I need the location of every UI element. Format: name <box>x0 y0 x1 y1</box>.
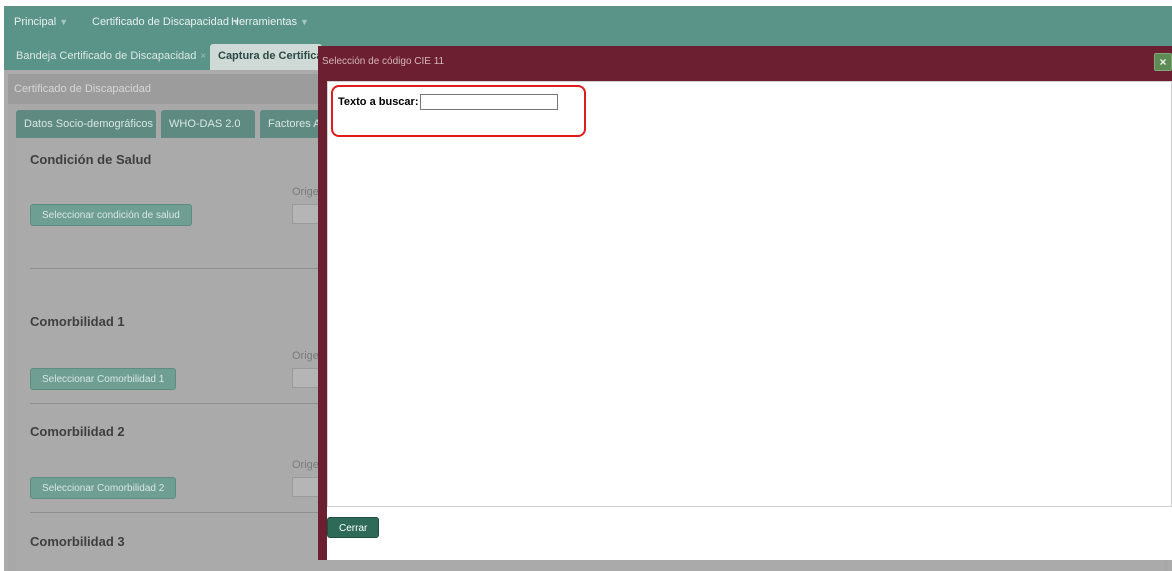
section-title-comorbilidad-1: Comorbilidad 1 <box>30 314 125 329</box>
dialog-content: Texto a buscar: <box>327 81 1172 507</box>
dialog-title: Selección de código CIE 11 <box>322 56 445 67</box>
divider <box>30 268 330 269</box>
menu-principal-label: Principal <box>14 16 57 28</box>
tab-captura-label: Captura de Certifica <box>218 50 323 62</box>
highlight-annotation <box>331 85 586 137</box>
section-title-comorbilidad-2: Comorbilidad 2 <box>30 424 125 439</box>
dialog-titlebar[interactable]: Selección de código CIE 11 × <box>318 46 1172 76</box>
select-condition-button[interactable]: Seleccionar condición de salud <box>30 204 192 226</box>
search-row: Texto a buscar: <box>338 94 558 110</box>
menu-herramientas[interactable]: Herramientas ▼ <box>231 16 309 28</box>
menu-certificado[interactable]: Certificado de Discapacidad ▼ <box>92 16 241 28</box>
dialog-footer: Cerrar <box>327 507 1172 560</box>
tab-captura[interactable]: Captura de Certifica <box>210 44 323 70</box>
close-button[interactable]: Cerrar <box>327 517 380 538</box>
chevron-down-icon: ▼ <box>300 17 309 27</box>
chevron-down-icon: ▼ <box>59 17 69 27</box>
tab-datos-socio[interactable]: Datos Socio-demográficos <box>16 110 156 138</box>
tab-bandeja-label: Bandeja Certificado de Discapacidad <box>16 50 197 62</box>
search-label: Texto a buscar: <box>338 96 419 108</box>
search-input[interactable] <box>419 94 558 110</box>
cie11-selection-dialog: Selección de código CIE 11 × Texto a bus… <box>318 46 1172 560</box>
close-icon[interactable]: × <box>1154 53 1172 71</box>
menu-certificado-label: Certificado de Discapacidad <box>92 16 229 28</box>
section-title-condicion: Condición de Salud <box>30 152 152 167</box>
menu-herramientas-label: Herramientas <box>231 16 298 28</box>
divider <box>30 512 330 513</box>
tab-whodas[interactable]: WHO-DAS 2.0 <box>161 110 255 138</box>
divider <box>30 403 330 404</box>
menu-principal[interactable]: Principal ▼ <box>14 16 68 28</box>
select-comorbidity-1-button[interactable]: Seleccionar Comorbilidad 1 <box>30 368 177 390</box>
select-comorbidity-2-button[interactable]: Seleccionar Comorbilidad 2 <box>30 477 177 499</box>
close-icon[interactable]: × <box>200 51 206 62</box>
tab-bandeja[interactable]: Bandeja Certificado de Discapacidad × <box>8 44 214 70</box>
section-title-comorbilidad-3: Comorbilidad 3 <box>30 534 125 549</box>
main-menubar: Principal ▼ Certificado de Discapacidad ▼ … <box>4 6 1172 40</box>
